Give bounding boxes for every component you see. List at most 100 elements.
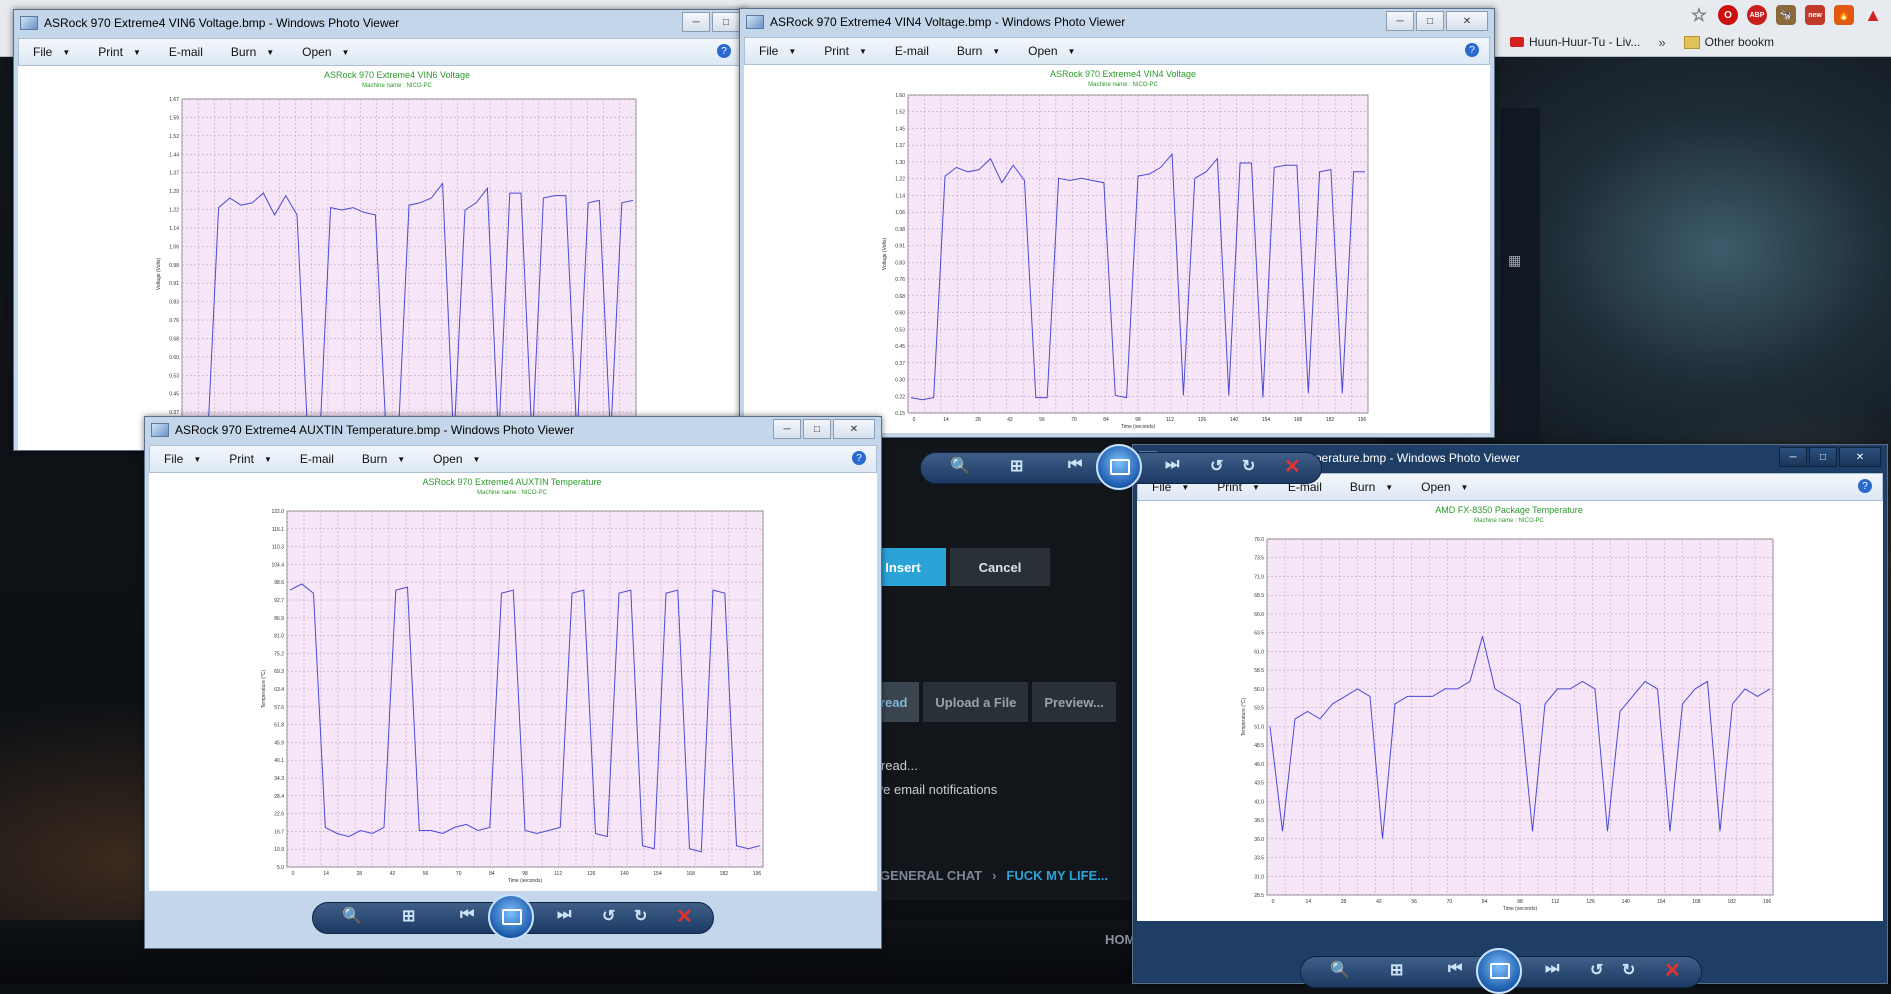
x-tick-label: 182 [1326, 417, 1335, 423]
x-tick-label: 98 [1517, 899, 1523, 905]
next-icon[interactable]: ⏭ [557, 906, 571, 924]
adblock-icon[interactable]: ABP [1747, 5, 1767, 25]
tab-upload-file[interactable]: Upload a File [923, 682, 1029, 722]
menu-print[interactable]: Print ▼ [215, 452, 286, 466]
y-tick-label: 0.76 [169, 318, 179, 324]
minimize-button[interactable]: ─ [773, 419, 801, 439]
bookmark-other[interactable]: Other bookm [1683, 35, 1774, 49]
x-axis-label: Time (seconds) [1121, 424, 1156, 430]
x-tick-label: 42 [1007, 417, 1013, 423]
fit-icon[interactable]: ⊞ [1010, 456, 1023, 476]
delete-icon[interactable]: ✕ [1664, 958, 1681, 983]
menu-print[interactable]: Print ▼ [84, 45, 155, 59]
next-icon[interactable]: ⏭ [1165, 456, 1179, 474]
menu-email[interactable]: E-mail [881, 44, 943, 58]
close-button[interactable]: ✕ [1446, 11, 1488, 31]
help-icon[interactable]: ? [1465, 43, 1479, 57]
menu-email[interactable]: E-mail [155, 45, 217, 59]
maximize-button[interactable]: □ [1809, 447, 1837, 467]
maximize-button[interactable]: □ [803, 419, 831, 439]
x-tick-label: 182 [720, 871, 729, 877]
zoom-icon[interactable]: 🔍 [950, 456, 970, 476]
zoom-icon[interactable]: 🔍 [342, 906, 362, 926]
menu-email[interactable]: E-mail [286, 452, 348, 466]
dropdown-arrow-icon: ▼ [858, 46, 867, 56]
help-icon[interactable]: ? [717, 44, 731, 58]
cow-icon[interactable]: 🐄 [1776, 5, 1796, 25]
menu-burn[interactable]: Burn ▼ [943, 44, 1014, 58]
x-tick-label: 196 [1763, 899, 1772, 905]
tab-preview[interactable]: Preview... [1032, 682, 1116, 722]
next-icon[interactable]: ⏭ [1545, 960, 1559, 978]
close-button[interactable]: ✕ [833, 419, 875, 439]
menu-open[interactable]: Open ▼ [288, 45, 363, 59]
maximize-button[interactable]: □ [1416, 11, 1444, 31]
photo-viewer-window-fx8350[interactable]: AMD FX-8350 Package Temperature.bmp - Wi… [1132, 444, 1888, 984]
menu-burn[interactable]: Burn ▼ [1336, 480, 1407, 494]
window-titlebar[interactable]: ASRock 970 Extreme4 AUXTIN Temperature.b… [145, 417, 881, 443]
y-tick-label: 1.59 [169, 115, 179, 121]
window-title: ASRock 970 Extreme4 AUXTIN Temperature.b… [175, 423, 575, 437]
window-titlebar[interactable]: ASRock 970 Extreme4 VIN6 Voltage.bmp - W… [14, 10, 746, 36]
machine-name: Machine name : NICO-PC [1088, 82, 1158, 88]
menu-file[interactable]: File ▼ [745, 44, 810, 58]
home-link[interactable]: HOM [1105, 932, 1135, 947]
menu-open[interactable]: Open ▼ [1407, 480, 1482, 494]
minimize-button[interactable]: ─ [1779, 447, 1807, 467]
rotate-right-icon[interactable]: ↻ [1622, 960, 1635, 980]
photo-viewer-window-vin4[interactable]: ASRock 970 Extreme4 VIN4 Voltage.bmp - W… [739, 8, 1495, 438]
fit-icon[interactable]: ⊞ [402, 906, 415, 926]
menu-file[interactable]: File ▼ [19, 45, 84, 59]
fit-icon[interactable]: ⊞ [1390, 960, 1403, 980]
x-tick-label: 70 [1447, 899, 1453, 905]
flame-icon[interactable]: 🔥 [1834, 5, 1854, 25]
zoom-icon[interactable]: 🔍 [1330, 960, 1350, 980]
menu-file[interactable]: File ▼ [150, 452, 215, 466]
slideshow-button[interactable] [488, 894, 534, 940]
help-icon[interactable]: ? [1858, 479, 1872, 493]
help-icon[interactable]: ? [852, 451, 866, 465]
menu-open[interactable]: Open ▼ [419, 452, 494, 466]
grid-icon[interactable]: ▦ [1508, 252, 1521, 269]
warning-icon[interactable]: ▲ [1863, 5, 1883, 25]
opera-icon[interactable]: O [1718, 5, 1738, 25]
slideshow-button[interactable] [1476, 948, 1522, 994]
photo-viewer-window-auxtin[interactable]: ASRock 970 Extreme4 AUXTIN Temperature.b… [144, 416, 882, 949]
rotate-left-icon[interactable]: ↺ [1210, 456, 1223, 476]
previous-icon[interactable]: ⏮ [1068, 456, 1082, 474]
menu-burn[interactable]: Burn ▼ [348, 452, 419, 466]
window-titlebar[interactable]: ASRock 970 Extreme4 VIN4 Voltage.bmp - W… [740, 9, 1494, 35]
bookmark-huun-huur-tu[interactable]: Huun-Huur-Tu - Liv... [1510, 35, 1640, 49]
delete-icon[interactable]: ✕ [676, 904, 693, 929]
y-tick-label: 1.60 [895, 93, 905, 99]
chevron-right-icon[interactable]: » [1658, 35, 1665, 50]
menu-burn[interactable]: Burn ▼ [217, 45, 288, 59]
menu-open[interactable]: Open ▼ [1014, 44, 1089, 58]
rotate-left-icon[interactable]: ↺ [1590, 960, 1603, 980]
close-button[interactable]: ✕ [1839, 447, 1881, 467]
slideshow-button[interactable] [1096, 444, 1142, 490]
previous-icon[interactable]: ⏮ [1448, 960, 1462, 978]
y-tick-label: 51.8 [274, 723, 284, 729]
x-tick-label: 84 [1482, 899, 1488, 905]
photo-viewer-window-vin6[interactable]: ASRock 970 Extreme4 VIN6 Voltage.bmp - W… [13, 9, 747, 451]
x-tick-label: 196 [1358, 417, 1367, 423]
x-tick-label: 42 [1376, 899, 1382, 905]
maximize-button[interactable]: □ [712, 12, 740, 32]
new-mail-icon[interactable]: new [1805, 5, 1825, 25]
image-area: ASRock 970 Extreme4 AUXTIN Temperature Ma… [149, 473, 877, 891]
previous-icon[interactable]: ⏮ [460, 906, 474, 924]
y-tick-label: 0.60 [169, 355, 179, 361]
menu-label: Burn [956, 44, 983, 58]
rotate-left-icon[interactable]: ↺ [602, 906, 615, 926]
star-icon[interactable]: ☆ [1689, 5, 1709, 25]
breadcrumb-general-chat[interactable]: GENERAL CHAT [880, 868, 982, 883]
breadcrumb-thread[interactable]: FUCK MY LIFE... [1006, 868, 1108, 883]
delete-icon[interactable]: ✕ [1284, 454, 1301, 479]
minimize-button[interactable]: ─ [1386, 11, 1414, 31]
rotate-right-icon[interactable]: ↻ [634, 906, 647, 926]
menu-print[interactable]: Print ▼ [810, 44, 881, 58]
rotate-right-icon[interactable]: ↻ [1242, 456, 1255, 476]
cancel-button[interactable]: Cancel [950, 548, 1050, 586]
minimize-button[interactable]: ─ [682, 12, 710, 32]
